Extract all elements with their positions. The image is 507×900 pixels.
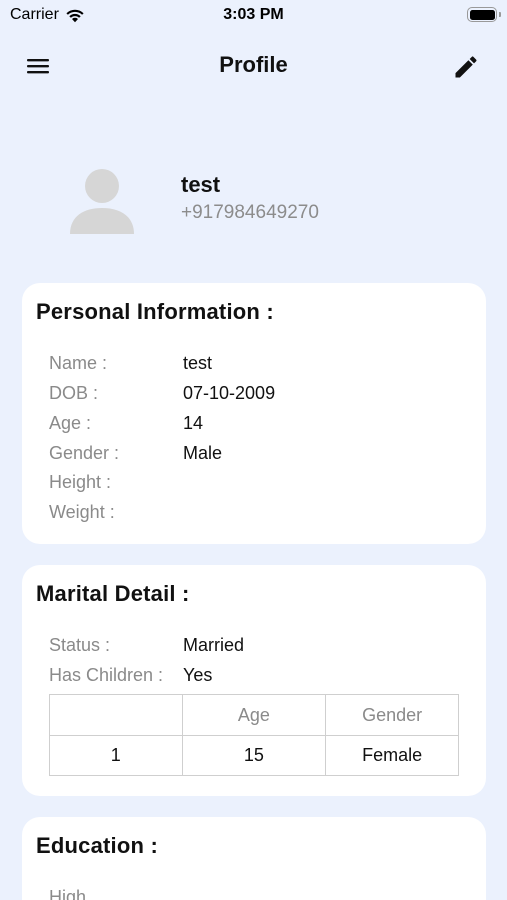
table-row: 1 15 Female — [49, 735, 459, 776]
battery-cap — [499, 12, 501, 17]
menu-button[interactable] — [22, 52, 54, 80]
edit-profile-button[interactable] — [449, 50, 483, 84]
table-header-cell: Age — [181, 694, 327, 736]
education-card: Education : High — [22, 817, 486, 900]
personal-information-card: Personal Information : Name : test DOB :… — [22, 283, 486, 544]
info-value: test — [183, 353, 213, 373]
children-table: Age Gender 1 15 Female — [49, 694, 459, 776]
nav-bar: Profile — [0, 40, 507, 92]
hamburger-menu-icon — [27, 59, 49, 74]
battery-icon — [467, 7, 497, 22]
marital-detail-card: Marital Detail : Status : Married Has Ch… — [22, 565, 486, 796]
info-value: Yes — [183, 665, 213, 685]
table-header-cell — [49, 694, 183, 736]
marital-detail-title: Marital Detail : — [36, 581, 190, 606]
page-title: Profile — [219, 52, 288, 77]
education-title: Education : — [36, 833, 158, 858]
status-time: 3:03 PM — [223, 6, 284, 23]
personal-information-title: Personal Information : — [36, 299, 274, 324]
info-label: Age : — [49, 413, 92, 433]
person-avatar-icon — [70, 169, 134, 234]
battery-fill — [469, 9, 495, 20]
info-label: Weight : — [49, 502, 115, 522]
profile-name: test — [181, 172, 221, 197]
info-label: High — [49, 887, 87, 900]
status-bar: Carrier 3:03 PM — [0, 0, 507, 32]
info-value: Married — [183, 635, 245, 655]
table-header-row: Age Gender — [49, 694, 459, 736]
profile-header: test +917984649270 — [0, 160, 507, 240]
table-cell: 15 — [181, 735, 327, 776]
pencil-edit-icon — [455, 56, 477, 78]
info-value: 14 — [183, 413, 204, 433]
info-label: Gender : — [49, 443, 120, 463]
table-cell: 1 — [49, 735, 183, 776]
info-label: Status : — [49, 635, 111, 655]
table-header-cell: Gender — [325, 694, 459, 736]
info-label: Has Children : — [49, 665, 164, 685]
table-cell: Female — [325, 735, 459, 776]
info-value: Male — [183, 443, 223, 463]
info-label: DOB : — [49, 383, 99, 403]
profile-phone: +917984649270 — [181, 202, 319, 223]
info-label: Name : — [49, 353, 108, 373]
info-value: 07-10-2009 — [183, 383, 276, 403]
info-label: Height : — [49, 472, 112, 492]
